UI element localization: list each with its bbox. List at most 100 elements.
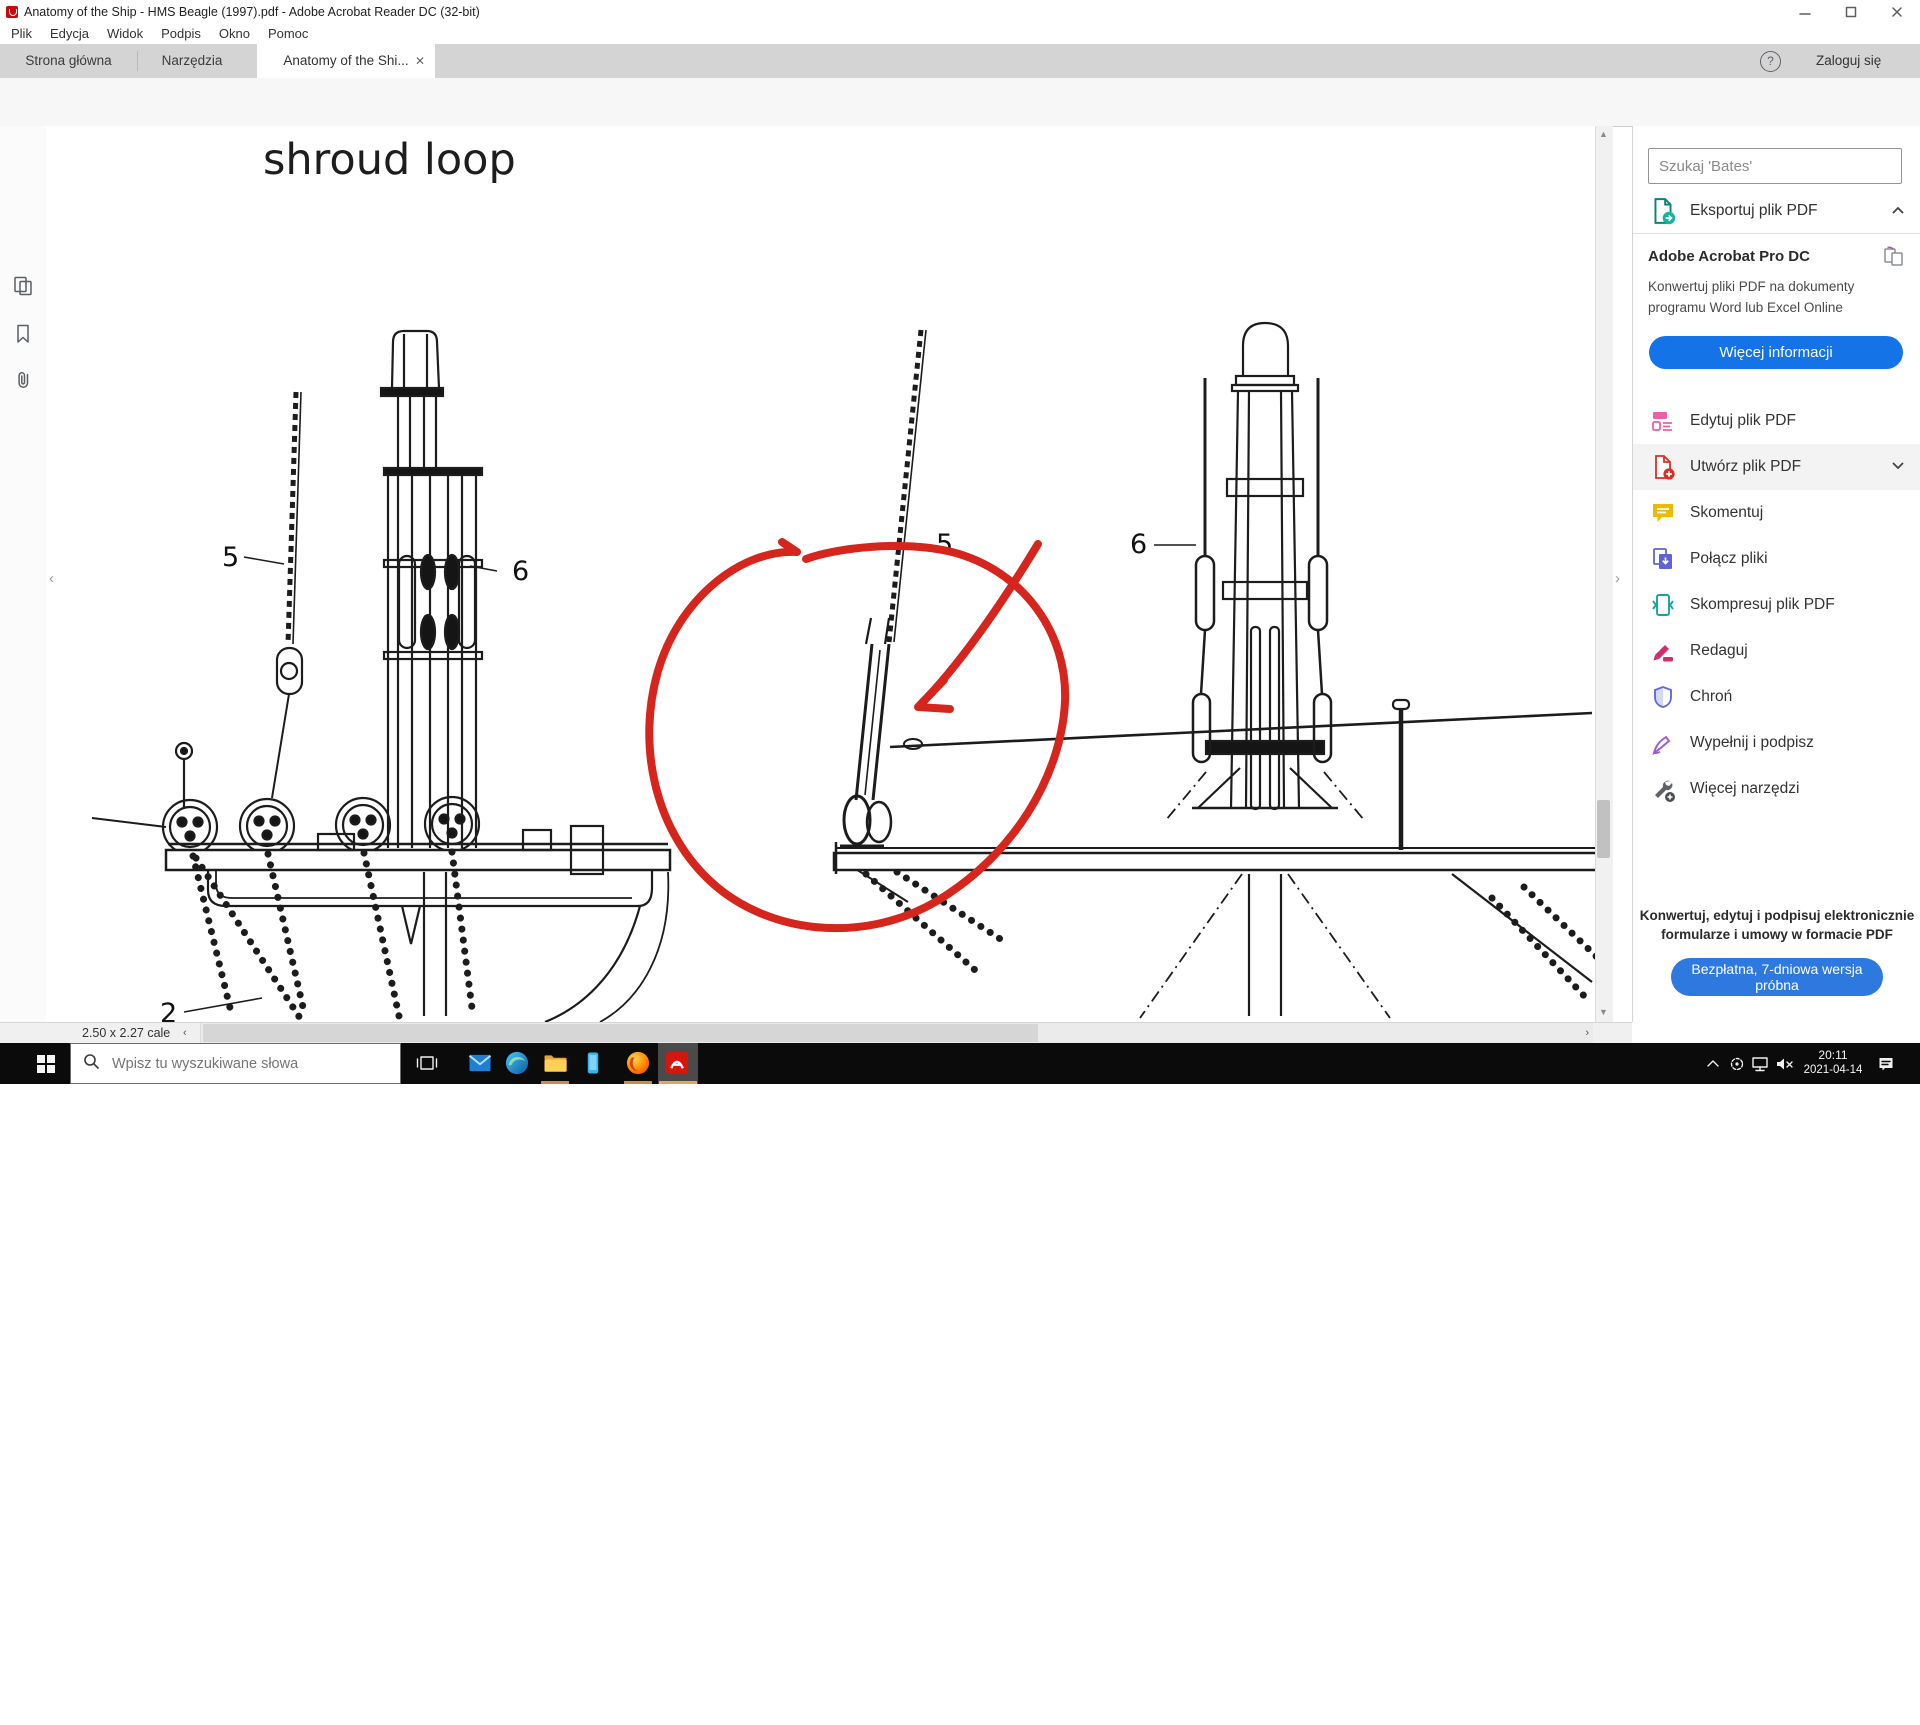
tray-chevron-up-icon[interactable]	[1703, 1054, 1723, 1074]
edge-app-icon[interactable]	[502, 1048, 532, 1078]
chevron-down-icon[interactable]	[1891, 460, 1905, 474]
tool-combine-files[interactable]: Połącz pliki	[1633, 536, 1920, 582]
tool-edit-pdf[interactable]: Edytuj plik PDF	[1633, 398, 1920, 444]
left-tie-rod	[92, 818, 166, 827]
start-button[interactable]	[0, 1043, 70, 1084]
tab-close-icon[interactable]: ✕	[415, 44, 425, 78]
tool-protect[interactable]: Chroń	[1633, 674, 1920, 720]
left-hull	[208, 870, 668, 1022]
your-phone-icon[interactable]	[578, 1048, 608, 1078]
tray-clock[interactable]: 20:11 2021-04-14	[1800, 1048, 1866, 1078]
export-pdf-row[interactable]: Eksportuj plik PDF	[1633, 188, 1920, 234]
sign-in-link[interactable]: Zaloguj się	[1816, 44, 1881, 78]
footer-line1: Konwertuj, edytuj i podpisuj elektronicz…	[1633, 906, 1920, 925]
create-pdf-icon	[1648, 452, 1678, 482]
search-icon	[83, 1053, 100, 1075]
tool-label: Skompresuj plik PDF	[1690, 596, 1835, 614]
tool-label: Skomentuj	[1690, 504, 1763, 522]
promo-title: Adobe Acrobat Pro DC	[1648, 248, 1810, 265]
more-info-button[interactable]: Więcej informacji	[1649, 336, 1903, 369]
footer-line2: formularze i umowy w formacie PDF	[1633, 925, 1920, 944]
right-chain-5	[889, 330, 926, 642]
task-view-icon[interactable]	[412, 1048, 442, 1078]
action-center-icon[interactable]	[1876, 1054, 1896, 1074]
maximize-button[interactable]	[1828, 0, 1874, 23]
hscroll-left-icon[interactable]: ‹	[183, 1023, 187, 1043]
tab-tools[interactable]: Narzędzia	[138, 44, 246, 78]
mail-app-icon[interactable]	[465, 1048, 495, 1078]
minimize-button[interactable]	[1782, 0, 1828, 23]
acrobat-app-taskbar-icon[interactable]	[662, 1048, 692, 1078]
figure-heading: shroud loop	[263, 135, 516, 185]
panel-footer-promo: Konwertuj, edytuj i podpisuj elektronicz…	[1633, 906, 1920, 996]
part-label-left-5: 5	[222, 542, 239, 573]
horizontal-scrollbar[interactable]: ›	[200, 1023, 1593, 1043]
scroll-down-icon[interactable]: ▼	[1597, 1007, 1610, 1017]
tool-label: Chroń	[1690, 688, 1732, 706]
tool-label: Edytuj plik PDF	[1690, 412, 1796, 430]
tab-home[interactable]: Strona główna	[0, 44, 137, 78]
help-icon[interactable]: ?	[1760, 51, 1781, 72]
export-pdf-label: Eksportuj plik PDF	[1690, 202, 1817, 220]
firefox-running-underline	[624, 1081, 652, 1084]
tray-time: 20:11	[1800, 1048, 1866, 1063]
left-shroud-rod	[272, 392, 302, 798]
tool-compress-pdf[interactable]: Skompresuj plik PDF	[1633, 582, 1920, 628]
promo-body-line1: Konwertuj pliki PDF na dokumenty	[1648, 276, 1883, 297]
taskbar-search-input[interactable]	[110, 1055, 364, 1073]
tool-comment[interactable]: Skomentuj	[1633, 490, 1920, 536]
horizontal-scrollbar-thumb[interactable]	[203, 1024, 1038, 1042]
tab-document[interactable]: Anatomy of the Shi... ✕	[257, 44, 435, 78]
close-button[interactable]	[1874, 0, 1920, 23]
right-mast	[1140, 323, 1390, 1018]
tray-volume-muted-icon[interactable]	[1774, 1054, 1794, 1074]
menu-edycja[interactable]: Edycja	[41, 23, 98, 44]
scroll-up-icon[interactable]: ▲	[1597, 129, 1610, 139]
windows-logo-icon	[37, 1055, 54, 1072]
menu-plik[interactable]: Plik	[2, 23, 41, 44]
tool-more-tools[interactable]: Więcej narzędzi	[1633, 766, 1920, 812]
promo-body-line2: programu Word lub Excel Online	[1648, 297, 1883, 318]
tool-create-pdf[interactable]: Utwórz plik PDF	[1633, 444, 1920, 490]
page-thumbnails-icon[interactable]	[9, 272, 37, 300]
panel-search-input[interactable]	[1648, 148, 1902, 184]
acrobat-active-underline	[659, 1081, 697, 1084]
firefox-app-icon[interactable]	[623, 1048, 653, 1078]
attachments-icon[interactable]	[9, 366, 37, 394]
tray-snip-icon[interactable]	[1727, 1054, 1747, 1074]
deadeyes	[163, 797, 479, 854]
wrench-icon	[1648, 774, 1678, 804]
menu-bar: Plik Edycja Widok Podpis Okno Pomoc	[0, 23, 1920, 44]
tools-panel: Eksportuj plik PDF Adobe Acrobat Pro DC …	[1632, 126, 1920, 1022]
part-label-left-6: 6	[512, 556, 529, 587]
menu-podpis[interactable]: Podpis	[152, 23, 210, 44]
combine-files-icon	[1648, 544, 1678, 574]
page-size-label: 2.50 x 2.27 cale	[82, 1023, 170, 1043]
menu-widok[interactable]: Widok	[98, 23, 152, 44]
menu-pomoc[interactable]: Pomoc	[259, 23, 317, 44]
collapse-right-arrow-icon[interactable]: ›	[1615, 570, 1620, 587]
comment-bubble-icon	[1648, 498, 1678, 528]
tray-network-icon[interactable]	[1750, 1054, 1770, 1074]
fill-sign-icon	[1648, 728, 1678, 758]
pdf-page: shroud loop	[46, 126, 1595, 1022]
hscroll-right-icon[interactable]: ›	[1585, 1023, 1589, 1043]
menu-okno[interactable]: Okno	[210, 23, 259, 44]
tool-fill-sign[interactable]: Wypełnij i podpisz	[1633, 720, 1920, 766]
panel-divider	[1633, 233, 1920, 234]
promo-body: Konwertuj pliki PDF na dokumenty program…	[1648, 276, 1883, 318]
left-mast-assembly	[381, 331, 482, 1016]
collapse-left-arrow-icon[interactable]: ‹	[49, 570, 54, 587]
free-trial-button[interactable]: Bezpłatna, 7-dniowa wersja próbna	[1671, 958, 1883, 996]
tool-redact[interactable]: Redaguj	[1633, 628, 1920, 674]
bookmarks-icon[interactable]	[9, 320, 37, 348]
vertical-scrollbar-thumb[interactable]	[1597, 800, 1610, 858]
file-explorer-icon[interactable]	[540, 1048, 570, 1078]
tool-label: Wypełnij i podpisz	[1690, 734, 1814, 752]
compress-pdf-icon	[1648, 590, 1678, 620]
vertical-scrollbar[interactable]	[1595, 126, 1613, 1022]
title-bar: Anatomy of the Ship - HMS Beagle (1997).…	[0, 0, 1920, 24]
chevron-up-icon[interactable]	[1891, 204, 1905, 218]
tray-date: 2021-04-14	[1800, 1063, 1866, 1078]
taskbar-search[interactable]	[70, 1043, 401, 1084]
